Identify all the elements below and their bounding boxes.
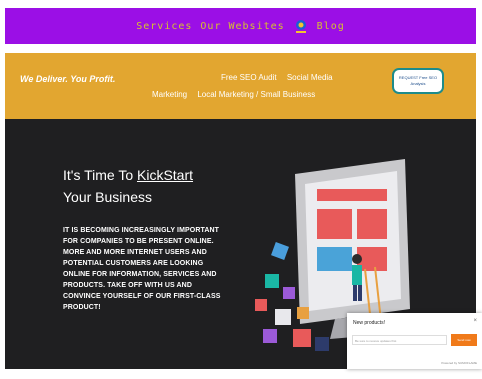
menu-free-seo-audit[interactable]: Free SEO Audit [221, 73, 277, 82]
top-navigation: Services Our Websites Blog [5, 8, 476, 44]
menu-marketing[interactable]: Marketing [152, 90, 187, 99]
popup-send-button[interactable]: Send now [451, 334, 477, 346]
header-bar: We Deliver. You Profit. Free SEO Audit S… [5, 53, 476, 119]
new-products-popup: New products! × Be sure to receive updat… [347, 313, 482, 369]
nav-blog[interactable]: Blog [317, 21, 345, 32]
hero-title-prefix: It's Time To [63, 167, 137, 183]
nav-services[interactable]: Services [136, 21, 192, 32]
request-seo-analysis-button[interactable]: REQUEST Free SEO Analysis [392, 68, 444, 94]
menu-social-media[interactable]: Social Media [287, 73, 333, 82]
logo-icon[interactable] [293, 18, 309, 34]
header-menu-row-2: Marketing Local Marketing / Small Busine… [152, 90, 323, 99]
menu-local-marketing[interactable]: Local Marketing / Small Business [197, 90, 315, 99]
popup-email-input[interactable]: Be sure to receive updates first [352, 335, 447, 345]
hero-body-text: It is becoming increasingly important fo… [63, 227, 221, 311]
popup-footer: Powered by SUMOFLAME [441, 361, 477, 365]
popup-title: New products! [353, 320, 385, 326]
header-menu-row-1: Free SEO Audit Social Media [221, 73, 341, 82]
tagline: We Deliver. You Profit. [20, 74, 116, 84]
hero-title: It's Time To KickStart Your Business [63, 164, 233, 208]
hero-title-link[interactable]: KickStart [137, 167, 193, 183]
close-icon[interactable]: × [473, 318, 477, 324]
nav-our-websites[interactable]: Our Websites [200, 21, 284, 32]
hero-title-suffix: Your Business [63, 189, 152, 205]
